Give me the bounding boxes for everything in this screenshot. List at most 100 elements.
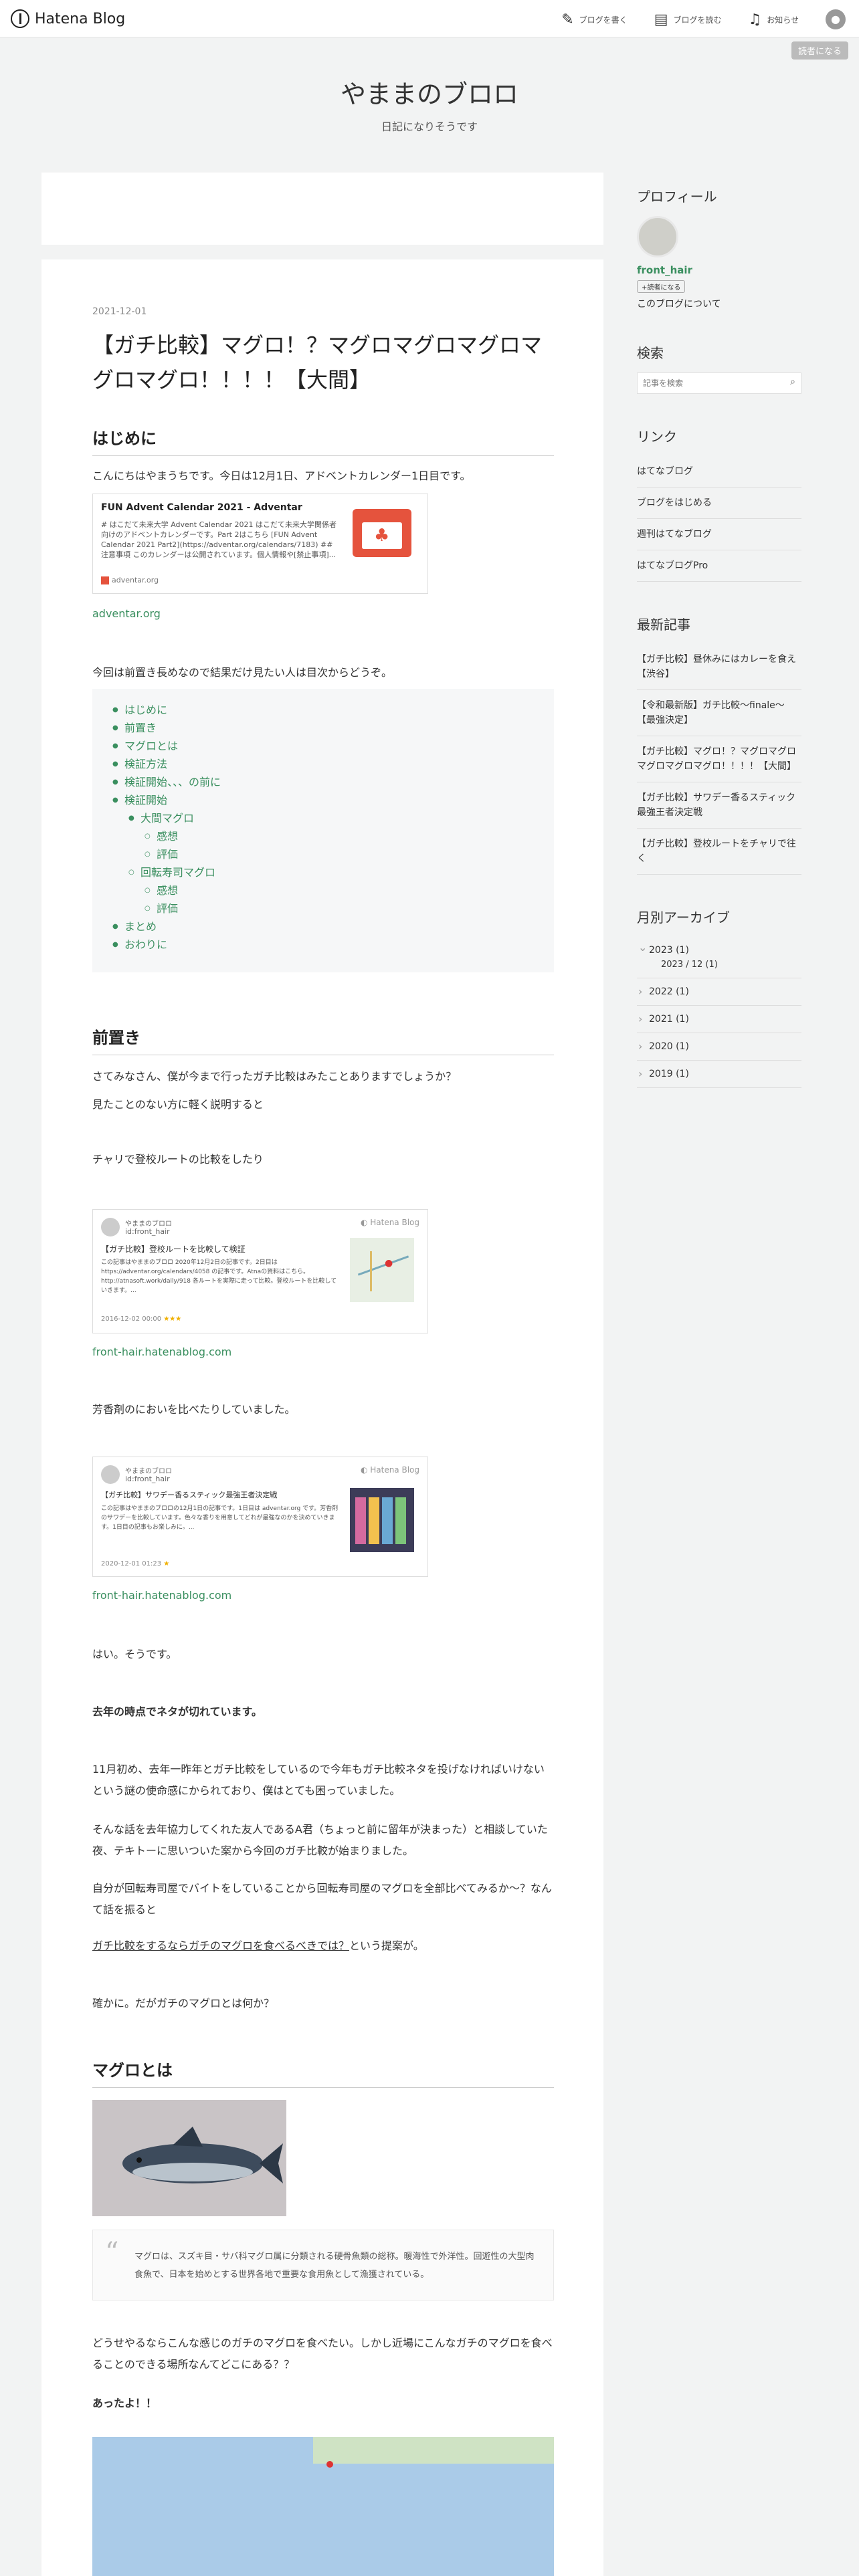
card-date: 2016-12-02 00:00 bbox=[101, 1315, 162, 1323]
recent-article-link[interactable]: 【ガチ比較】サワデー香るスティック最強王者決定戦 bbox=[637, 782, 801, 829]
card-user-id: id:front_hair bbox=[125, 1475, 170, 1483]
land-area bbox=[313, 2437, 554, 2464]
link-adventar[interactable]: adventar.org bbox=[92, 607, 554, 620]
blog-title[interactable]: やままのブロロ bbox=[0, 74, 859, 110]
preface-p11: 確かに。だがガチのマグロとは何か？ bbox=[92, 1997, 275, 2010]
about-blog-link[interactable]: このブログについて bbox=[637, 297, 801, 310]
read-blog-label: ブログを読む bbox=[673, 15, 722, 25]
card-date: 2020-12-01 01:23 bbox=[101, 1560, 162, 1568]
search-input[interactable] bbox=[638, 373, 771, 393]
toc-item[interactable]: 評価 bbox=[145, 845, 554, 863]
search-box: ⌕ bbox=[637, 372, 801, 394]
card-description: # はこだて未来大学 Advent Calendar 2021 はこだて未来大学… bbox=[101, 520, 337, 559]
reader-icon: ▤ bbox=[654, 11, 668, 28]
toc-item[interactable]: 回転寿司マグロ bbox=[128, 863, 554, 881]
link-route-post[interactable]: front-hair.hatenablog.com bbox=[92, 1346, 554, 1358]
favicon-icon bbox=[101, 576, 109, 584]
preface-p4: 芳香剤のにおいを比べたりしていました。 bbox=[92, 1403, 296, 1416]
calendar-icon: ♣ bbox=[353, 509, 411, 557]
hatena-logo-icon bbox=[11, 9, 29, 28]
heading-intro: はじめに bbox=[92, 425, 554, 456]
author-avatar bbox=[101, 1218, 120, 1237]
recent-article-link[interactable]: 【ガチ比較】マグロ！？マグロマグロマグロマグロマグロ！！！！【大間】 bbox=[637, 736, 801, 782]
toc-item[interactable]: 感想 bbox=[145, 881, 554, 899]
toc-item[interactable]: マグロとは bbox=[112, 737, 554, 755]
card-description: この記事はやままのブロロ 2020年12月2日の記事です。2日目はhttps:/… bbox=[101, 1259, 337, 1294]
article-title[interactable]: 【ガチ比較】マグロ！？マグロマグロマグロマグロマグロ！！！！【大間】 bbox=[92, 328, 554, 397]
toc-item[interactable]: 検証方法 bbox=[112, 755, 554, 773]
archive-year[interactable]: 2021 (1) bbox=[637, 1006, 801, 1033]
toc-item[interactable]: 検証開始、、、の前に bbox=[112, 773, 554, 791]
heading-maguro: マグロとは bbox=[92, 2057, 554, 2088]
recent-article-link[interactable]: 【令和最新版】ガチ比較～finale～【最強決定】 bbox=[637, 690, 801, 736]
archive-year[interactable]: 2019 (1) bbox=[637, 1061, 801, 1088]
archive-heading: 月別アーカイブ bbox=[637, 909, 730, 926]
map-thumbnail: ● bbox=[350, 1238, 414, 1302]
notifications-button[interactable]: ♫ お知らせ bbox=[749, 11, 799, 28]
archive-year[interactable]: 2020 (1) bbox=[637, 1033, 801, 1061]
preface-p9: 自分が回転寿司屋でバイトをしていることから回転寿司屋のマグロを全部比べてみるか～… bbox=[92, 1882, 552, 1916]
profile-name[interactable]: front_hair bbox=[637, 264, 801, 276]
search-heading: 検索 bbox=[637, 345, 664, 361]
quote-icon: “ bbox=[105, 2237, 119, 2268]
edit-icon: ✎ bbox=[561, 11, 574, 28]
hatena-logo[interactable]: Hatena Blog bbox=[11, 9, 125, 28]
blog-description: 日記になりそうです bbox=[381, 120, 478, 133]
hatena-brand: ◐ Hatena Blog bbox=[361, 1465, 419, 1475]
toc-item[interactable]: 大間マグロ bbox=[128, 809, 554, 827]
sidebar-link[interactable]: ブログをはじめる bbox=[637, 488, 801, 519]
profile-heading: プロフィール bbox=[637, 189, 717, 205]
search-icon[interactable]: ⌕ bbox=[790, 377, 795, 387]
toc-item[interactable]: はじめに bbox=[112, 701, 554, 719]
preface-p2: 見たことのない方に軽く説明すると bbox=[92, 1098, 264, 1111]
embed-card-sawaday[interactable]: やままのブロロ id:front_hair ◐ Hatena Blog 【ガチ比… bbox=[92, 1457, 428, 1577]
profile-avatar[interactable] bbox=[637, 216, 678, 257]
embed-card-adventar[interactable]: FUN Advent Calendar 2021 - Adventar # はこ… bbox=[92, 494, 428, 594]
tuna-photo[interactable] bbox=[92, 2100, 286, 2216]
card-user: やままのブロロ bbox=[125, 1220, 172, 1228]
logo-text: Hatena Blog bbox=[35, 10, 126, 27]
toc-item[interactable]: 評価 bbox=[145, 899, 554, 918]
toc-item[interactable]: 感想 bbox=[145, 827, 554, 845]
recent-article-link[interactable]: 【ガチ比較】登校ルートをチャリで往く bbox=[637, 829, 801, 875]
card-meta: 2016-12-02 00:00 ★★★ bbox=[101, 1315, 181, 1323]
links-list: はてなブログ ブログをはじめる 週刊はてなブログ はてなブログPro bbox=[637, 456, 801, 582]
card-meta: 2020-12-01 01:23 ★ bbox=[101, 1560, 169, 1568]
follow-button[interactable]: +読者になる bbox=[637, 280, 686, 293]
link-sawaday-post[interactable]: front-hair.hatenablog.com bbox=[92, 1589, 554, 1602]
header-actions: ✎ ブログを書く ▤ ブログを読む ♫ お知らせ ● bbox=[561, 9, 846, 29]
blockquote: “ マグロは、スズキ目・サバ科マグロ属に分類される硬骨魚類の総称。暖海性で外洋性… bbox=[92, 2230, 554, 2300]
read-blog-button[interactable]: ▤ ブログを読む bbox=[654, 11, 722, 28]
write-blog-button[interactable]: ✎ ブログを書く bbox=[561, 11, 627, 28]
product-thumbnail bbox=[350, 1488, 414, 1552]
maguro-p1: どうせやるならこんな感じのガチのマグロを食べたい。しかし近場にこんなガチのマグロ… bbox=[92, 2337, 553, 2371]
article-date[interactable]: 2021-12-01 bbox=[92, 306, 554, 317]
map-pin-icon: ● bbox=[385, 1258, 393, 1269]
sidebar-link[interactable]: 週刊はてなブログ bbox=[637, 519, 801, 550]
card-title: FUN Advent Calendar 2021 - Adventar bbox=[101, 502, 302, 513]
card-user-id: id:front_hair bbox=[125, 1227, 170, 1236]
follow-button-label: 読者になる bbox=[647, 284, 681, 292]
embed-card-route[interactable]: やままのブロロ id:front_hair ◐ Hatena Blog 【ガチ比… bbox=[92, 1209, 428, 1333]
archive-month[interactable]: 2023 / 12 (1) bbox=[637, 957, 801, 978]
sidebar-link[interactable]: はてなブログPro bbox=[637, 550, 801, 582]
recent-article-link[interactable]: 【ガチ比較】昼休みにはカレーを食え【渋谷】 bbox=[637, 644, 801, 690]
toc-item[interactable]: 前置き bbox=[112, 719, 554, 737]
card-user: やままのブロロ bbox=[125, 1468, 172, 1475]
archive-year[interactable]: 2022 (1) bbox=[637, 978, 801, 1006]
ad-area bbox=[41, 173, 603, 245]
preface-p8: そんな話を去年協力してくれた友人であるA君（ちょっと前に留年が決まった）と相談し… bbox=[92, 1823, 548, 1857]
user-avatar-icon[interactable]: ● bbox=[826, 9, 846, 29]
map-pin-icon bbox=[326, 2461, 333, 2468]
card-site-label: adventar.org bbox=[112, 576, 159, 584]
map-image[interactable] bbox=[92, 2437, 554, 2576]
sidebar-link[interactable]: はてなブログ bbox=[637, 456, 801, 488]
archive-year[interactable]: 2023 (1) bbox=[637, 937, 801, 957]
table-of-contents: はじめに 前置き マグロとは 検証方法 検証開始、、、の前に 検証開始 大間マグ… bbox=[92, 689, 554, 972]
toc-item[interactable]: 検証開始 bbox=[112, 791, 554, 809]
subscribe-button[interactable]: 読者になる bbox=[791, 41, 848, 60]
toc-item[interactable]: おわりに bbox=[112, 936, 554, 954]
toc-sub-group: 大間マグロ 感想 評価 回転寿司マグロ 感想 評価 bbox=[128, 809, 554, 918]
bell-icon: ♫ bbox=[748, 11, 762, 28]
toc-item[interactable]: まとめ bbox=[112, 918, 554, 936]
